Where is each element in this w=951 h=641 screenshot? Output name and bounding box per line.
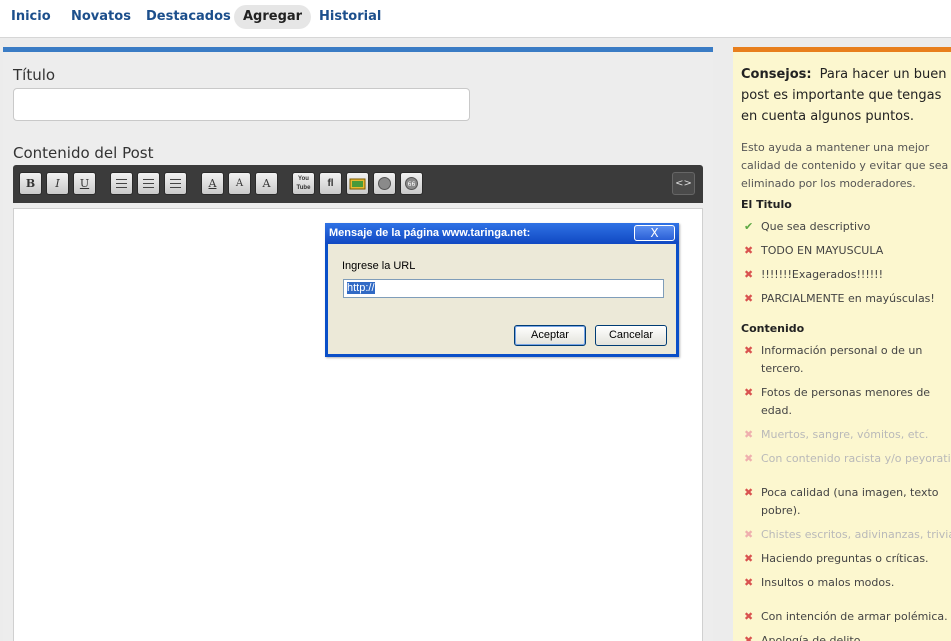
check-icon: ✔ (744, 220, 754, 233)
content-rule: ✖ Poca calidad (una imagen, texto pobre). (741, 484, 951, 520)
quote-icon: 66 (405, 177, 418, 190)
cross-icon: ✖ (744, 552, 754, 565)
title-input[interactable] (13, 88, 470, 121)
url-prompt-dialog: Mensaje de la página www.taringa.net: X … (325, 223, 679, 357)
nav-inicio[interactable]: Inicio (2, 5, 60, 29)
rule-text: Poca calidad (una imagen, texto pobre). (761, 486, 939, 517)
content-rule: ✖ Fotos de personas menores de edad. (741, 384, 951, 420)
top-nav: Inicio Novatos Destacados Agregar Histor… (0, 0, 951, 38)
rule-text: Fotos de personas menores de edad. (761, 386, 931, 417)
rule-text: Que sea descriptivo (761, 220, 871, 233)
content-rule: ✖ Insultos o malos modos. (741, 574, 951, 592)
align-right-button[interactable] (164, 172, 187, 195)
rule-text: Apología de delito. (761, 634, 864, 641)
title-rule: ✔ Que sea descriptivo (741, 218, 951, 236)
quote-button[interactable]: 66 (400, 172, 423, 195)
cross-icon: ✖ (744, 610, 754, 623)
tips-title-heading: El Titulo (741, 198, 792, 211)
align-center-icon (143, 179, 154, 188)
rule-text: Con contenido racista y/o peyorativo. (761, 452, 951, 465)
rule-text: Con intención de armar polémica. (761, 610, 948, 623)
rule-text: TODO EN MAYUSCULA (761, 244, 884, 257)
rule-text: !!!!!!!Exagerados!!!!!! (761, 268, 883, 281)
cross-icon: ✖ (744, 428, 754, 441)
content-rule: ✖ Información personal o de un tercero. (741, 342, 951, 378)
svg-text:66: 66 (408, 181, 416, 188)
dialog-title: Mensaje de la página www.taringa.net: (329, 227, 531, 239)
nav-destacados[interactable]: Destacados (137, 5, 240, 29)
dialog-titlebar[interactable]: Mensaje de la página www.taringa.net: X (325, 223, 679, 244)
align-left-icon (116, 179, 127, 188)
rule-text: Muertos, sangre, vómitos, etc. (761, 428, 929, 441)
dialog-close-button[interactable]: X (634, 225, 675, 241)
nav-historial[interactable]: Historial (310, 5, 390, 29)
nav-agregar[interactable]: Agregar (234, 5, 312, 29)
globe-icon (378, 177, 391, 190)
url-input[interactable]: http:// (343, 279, 664, 298)
align-left-button[interactable] (110, 172, 133, 195)
tips-lead: Consejos: Para hacer un buen post es impo… (741, 64, 951, 127)
html-toggle-button[interactable]: <> (672, 172, 695, 195)
tips-sidebar: Consejos: Para hacer un buen post es impo… (733, 47, 951, 641)
rule-text: PARCIALMENTE en mayúsculas! (761, 292, 935, 305)
content-rule: ✖ Chistes escritos, adivinanzas, trivias. (741, 526, 951, 544)
underline-button[interactable]: U (73, 172, 96, 195)
cross-icon: ✖ (744, 452, 754, 465)
cross-icon: ✖ (744, 292, 754, 305)
nav-novatos[interactable]: Novatos (62, 5, 140, 29)
youtube-button[interactable]: You Tube (292, 172, 315, 195)
content-rule: ✖ Muertos, sangre, vómitos, etc. (741, 426, 951, 444)
editor-toolbar: B I U A A A You Tube fl 66 <> (13, 165, 703, 203)
content-rule: ✖ Apología de delito. (741, 632, 951, 641)
cross-icon: ✖ (744, 344, 754, 357)
image-icon (349, 178, 366, 190)
title-rule: ✖ TODO EN MAYUSCULA (741, 242, 951, 260)
font-face-button[interactable]: A (255, 172, 278, 195)
cancel-button[interactable]: Cancelar (595, 325, 667, 346)
tips-lead-bold: Consejos: (741, 67, 812, 82)
content-rule: ✖ Con contenido racista y/o peyorativo. (741, 450, 951, 468)
cross-icon: ✖ (744, 244, 754, 257)
cross-icon: ✖ (744, 268, 754, 281)
rule-text: Haciendo preguntas o críticas. (761, 552, 929, 565)
cross-icon: ✖ (744, 576, 754, 589)
content-rule: ✖ Con intención de armar polémica. (741, 608, 951, 626)
accept-button[interactable]: Aceptar (514, 325, 586, 346)
content-rule: ✖ Haciendo preguntas o críticas. (741, 550, 951, 568)
align-center-button[interactable] (137, 172, 160, 195)
cross-icon: ✖ (744, 528, 754, 541)
image-button[interactable] (346, 172, 369, 195)
flash-button[interactable]: fl (319, 172, 342, 195)
rule-text: Chistes escritos, adivinanzas, trivias. (761, 528, 951, 541)
title-rule: ✖ PARCIALMENTE en mayúsculas! (741, 290, 951, 308)
rule-text: Insultos o malos modos. (761, 576, 895, 589)
cross-icon: ✖ (744, 486, 754, 499)
tips-subtext: Esto ayuda a mantener una mejor calidad … (741, 141, 949, 190)
rule-text: Información personal o de un tercero. (761, 344, 923, 375)
bold-button[interactable]: B (19, 172, 42, 195)
link-button[interactable] (373, 172, 396, 195)
title-label: Título (13, 66, 56, 84)
cross-icon: ✖ (744, 386, 754, 399)
italic-button[interactable]: I (46, 172, 69, 195)
font-size-button[interactable]: A (228, 172, 251, 195)
tips-content-heading: Contenido (741, 322, 805, 335)
dialog-prompt: Ingrese la URL (342, 260, 416, 272)
font-color-button[interactable]: A (201, 172, 224, 195)
cross-icon: ✖ (744, 634, 754, 641)
content-label: Contenido del Post (13, 144, 154, 162)
url-input-value: http:// (347, 282, 375, 294)
title-rule: ✖ !!!!!!!Exagerados!!!!!! (741, 266, 951, 284)
align-right-icon (170, 179, 181, 188)
